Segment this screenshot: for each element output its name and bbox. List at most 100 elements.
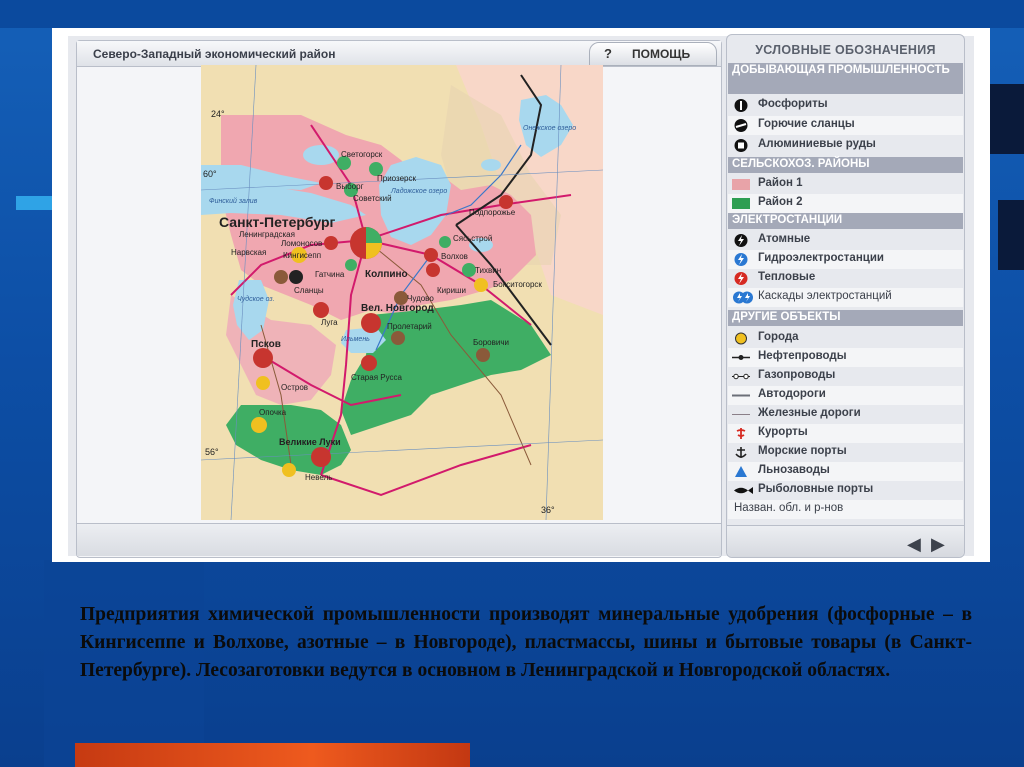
map-label: Сланцы bbox=[294, 286, 324, 295]
resort-icon bbox=[736, 428, 746, 439]
legend-item-railways[interactable]: Железные дороги bbox=[728, 405, 963, 424]
legend-item-thermal[interactable]: Тепловые bbox=[728, 269, 963, 288]
legend-item-resorts[interactable]: Курорты bbox=[728, 424, 963, 443]
help-button-label: ПОМОЩЬ bbox=[632, 47, 691, 61]
map-label: Сясьстрой bbox=[453, 234, 492, 243]
help-button[interactable]: ? ПОМОЩЬ bbox=[589, 42, 717, 66]
map-label: Онежское озеро bbox=[523, 125, 576, 132]
map-label: Луга bbox=[321, 318, 338, 327]
legend-item-sea-ports[interactable]: Морские порты bbox=[728, 443, 963, 462]
map-label: Боровичи bbox=[473, 338, 509, 347]
background-band bbox=[0, 0, 1024, 28]
cascade-plants-icon bbox=[733, 291, 753, 304]
legend-title: УСЛОВНЫЕ ОБОЗНАЧЕНИЯ bbox=[755, 43, 936, 57]
legend-item-aluminium[interactable]: Алюминиевые руды bbox=[728, 136, 963, 155]
legend-item-cascades[interactable]: Каскады электростанций bbox=[728, 288, 963, 307]
map-label: Кириши bbox=[437, 286, 466, 295]
region-2-swatch-icon bbox=[732, 198, 750, 209]
city-marker bbox=[319, 176, 333, 190]
map-label: Нарвская bbox=[231, 248, 266, 257]
lake bbox=[481, 159, 501, 171]
legend-section-power: ЭЛЕКТРОСТАНЦИИ bbox=[728, 213, 963, 229]
map-label: 56° bbox=[205, 447, 219, 457]
map-label: Псков bbox=[251, 339, 281, 350]
legend-item-phosphorites[interactable]: Фосфориты bbox=[728, 96, 963, 115]
legend-item-label: Нефтепроводы bbox=[758, 350, 847, 362]
map-label: Кингисепп bbox=[283, 251, 321, 260]
region-1-swatch-icon bbox=[732, 179, 750, 190]
city-marker bbox=[424, 248, 438, 262]
hydro-plant-icon bbox=[734, 253, 748, 266]
map-label: Тихвин bbox=[475, 266, 501, 275]
city-marker bbox=[251, 417, 267, 433]
legend-item-label: Города bbox=[758, 331, 799, 343]
legend-section-other: ДРУГИЕ ОБЪЕКТЫ bbox=[728, 310, 963, 326]
map-label: Гатчина bbox=[315, 270, 345, 279]
map-canvas[interactable]: Санкт-Петербург Светогорск Приозерск Выб… bbox=[201, 65, 603, 520]
city-marker bbox=[426, 263, 440, 277]
legend-item-flax[interactable]: Льнозаводы bbox=[728, 462, 963, 481]
legend-item-cities[interactable]: Города bbox=[728, 329, 963, 348]
map-label: Ленинградская bbox=[239, 230, 295, 239]
map-label: Бокситогорск bbox=[493, 280, 542, 289]
city-marker bbox=[324, 236, 338, 250]
fish-icon bbox=[734, 487, 753, 494]
legend-item-oil-pipelines[interactable]: Нефтепроводы bbox=[728, 348, 963, 367]
city-marker bbox=[282, 463, 296, 477]
legend-item-label: Курорты bbox=[758, 426, 808, 438]
map-label: Невель bbox=[305, 473, 332, 482]
city-marker bbox=[361, 313, 381, 333]
slide-caption: Предприятия химической промышленности пр… bbox=[80, 604, 972, 681]
oil-pipeline-icon bbox=[732, 355, 750, 360]
legend-panel: УСЛОВНЫЕ ОБОЗНАЧЕНИЯ ДОБЫВАЮЩАЯ ПРОМЫШЛЕ… bbox=[726, 34, 965, 558]
thermal-plant-icon bbox=[734, 272, 748, 285]
phosphorites-icon bbox=[734, 99, 748, 112]
legend-item-label: Алюминиевые руды bbox=[758, 138, 876, 150]
map-label: Чудово bbox=[407, 294, 434, 303]
legend-item-label: Железные дороги bbox=[758, 407, 861, 419]
railway-icon bbox=[732, 414, 750, 415]
arrow-right-icon[interactable]: ▶ bbox=[931, 534, 945, 555]
legend-item-region-names[interactable]: Назван. обл. и р-нов bbox=[728, 500, 963, 519]
legend-item-label: Рыболовные порты bbox=[758, 483, 874, 495]
legend-section-agri: СЕЛЬСКОХОЗ. РАЙОНЫ bbox=[728, 157, 963, 173]
map-svg: Санкт-Петербург Светогорск Приозерск Выб… bbox=[201, 65, 603, 520]
anchor-icon bbox=[735, 447, 747, 458]
legend-item-region2[interactable]: Район 2 bbox=[728, 194, 963, 213]
city-marker bbox=[391, 331, 405, 345]
map-panel-footer bbox=[77, 523, 721, 556]
map-label: Колпино bbox=[365, 269, 408, 280]
map-label: Светогорск bbox=[341, 150, 383, 159]
map-title: Северо-Западный экономический район bbox=[93, 47, 336, 61]
legend-item-roads[interactable]: Автодороги bbox=[728, 386, 963, 405]
map-label: Советский bbox=[353, 194, 392, 203]
legend-item-label: Льнозаводы bbox=[758, 464, 830, 476]
city-marker bbox=[253, 348, 273, 368]
question-icon: ? bbox=[604, 46, 612, 61]
arrow-left-icon[interactable]: ◀ bbox=[907, 534, 921, 555]
legend-item-hydro[interactable]: Гидроэлектростанции bbox=[728, 250, 963, 269]
map-label: Волхов bbox=[441, 252, 468, 261]
legend-footer: ◀ ▶ bbox=[727, 525, 964, 557]
map-panel: Северо-Западный экономический район ? ПО… bbox=[76, 40, 722, 558]
decorative-bottom-bar bbox=[75, 743, 470, 767]
legend-item-gas-pipelines[interactable]: Газопроводы bbox=[728, 367, 963, 386]
legend-item-label: Атомные bbox=[758, 233, 811, 245]
map-label: Приозерск bbox=[377, 174, 417, 183]
city-marker bbox=[256, 376, 270, 390]
legend-item-label: Гидроэлектростанции bbox=[758, 252, 884, 264]
map-label: Ломоносов bbox=[281, 239, 322, 248]
map-label: Подпорожье bbox=[469, 208, 516, 217]
legend-section-mining: ДОБЫВАЮЩАЯ ПРОМЫШЛЕННОСТЬ bbox=[728, 63, 963, 94]
city-marker bbox=[476, 348, 490, 362]
legend-item-region1[interactable]: Район 1 bbox=[728, 175, 963, 194]
legend-item-fishing-ports[interactable]: Рыболовные порты bbox=[728, 481, 963, 500]
legend-item-nuclear[interactable]: Атомные bbox=[728, 231, 963, 250]
city-icon bbox=[735, 332, 747, 345]
legend-item-shale[interactable]: Горючие сланцы bbox=[728, 116, 963, 135]
legend-item-label: Морские порты bbox=[758, 445, 847, 457]
map-label: Финский залив bbox=[209, 197, 258, 205]
legend-item-label: Горючие сланцы bbox=[758, 118, 855, 130]
map-label: Опочка bbox=[259, 408, 287, 417]
nuclear-plant-icon bbox=[734, 234, 748, 247]
